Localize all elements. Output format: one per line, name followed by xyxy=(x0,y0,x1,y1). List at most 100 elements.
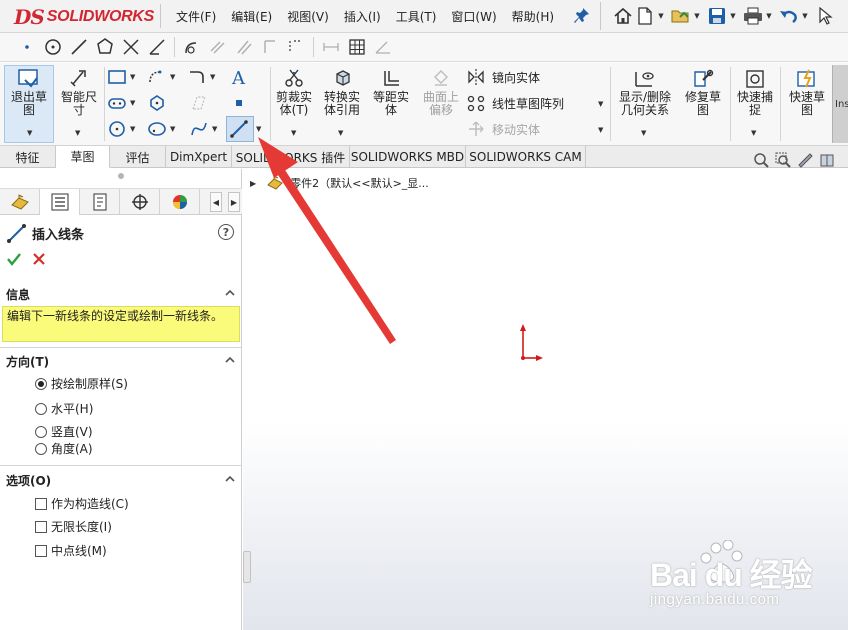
info-section-header[interactable]: 信息 xyxy=(0,283,242,305)
menu-help[interactable]: 帮助(H) xyxy=(512,8,554,25)
dimxpert-manager-tab[interactable] xyxy=(120,189,160,215)
chevron-down-icon[interactable]: ▼ xyxy=(130,99,135,107)
construction-line-icon[interactable] xyxy=(283,36,309,58)
open-folder-icon[interactable] xyxy=(670,5,692,27)
arc-icon[interactable] xyxy=(146,67,168,87)
orientation-section-header[interactable]: 方向(T) xyxy=(0,350,242,372)
linear-pattern-button[interactable]: 线性草图阵列 xyxy=(466,94,564,112)
point-icon[interactable] xyxy=(14,36,40,58)
grid-icon[interactable] xyxy=(344,36,370,58)
cross-lines-icon[interactable] xyxy=(118,36,144,58)
repair-sketch-button[interactable]: 修复草图 xyxy=(680,68,726,117)
menu-insert[interactable]: 插入(I) xyxy=(344,8,381,25)
chevron-down-icon[interactable]: ▼ xyxy=(256,125,261,133)
radio-horizontal[interactable]: 水平(H) xyxy=(35,400,93,417)
configuration-manager-tab[interactable] xyxy=(80,189,120,215)
chevron-down-icon[interactable]: ▼ xyxy=(212,125,217,133)
checkbox[interactable] xyxy=(35,544,47,557)
ellipse-icon[interactable] xyxy=(146,119,168,139)
previous-view-icon[interactable] xyxy=(794,150,816,170)
chevron-up-icon[interactable] xyxy=(224,473,236,485)
rapid-sketch-button[interactable]: 快速草图 xyxy=(784,68,830,117)
display-relations-button[interactable]: 显示/删除几何关系 xyxy=(614,68,676,117)
point-tool-icon[interactable] xyxy=(228,93,250,113)
solidworks-logo[interactable]: DS SOLIDWORKS xyxy=(14,5,154,29)
zoom-to-fit-icon[interactable] xyxy=(750,150,772,170)
radio-as-sketched[interactable]: 按绘制原样(S) xyxy=(35,375,128,392)
ok-check-icon[interactable] xyxy=(6,251,22,267)
smart-dimension-button[interactable]: 智能尺寸 xyxy=(56,68,102,117)
angle-line-icon[interactable] xyxy=(144,36,170,58)
panel-handle[interactable] xyxy=(118,173,124,179)
options-section-header[interactable]: 选项(O) xyxy=(0,469,242,491)
menu-tools[interactable]: 工具(T) xyxy=(396,8,437,25)
tab-features[interactable]: 特征 xyxy=(0,146,56,168)
select-pointer-icon[interactable] xyxy=(814,5,836,27)
chevron-down-icon[interactable]: ▼ xyxy=(764,5,774,27)
zoom-to-area-icon[interactable] xyxy=(772,150,794,170)
trim-entities-button[interactable]: 剪裁实体(T) xyxy=(272,68,316,117)
pin-icon[interactable] xyxy=(574,7,590,25)
move-entities-button[interactable]: 移动实体 xyxy=(466,120,540,138)
cancel-close-icon[interactable] xyxy=(31,251,47,267)
chevron-down-icon[interactable]: ▼ xyxy=(130,73,135,81)
polygon-icon[interactable] xyxy=(92,36,118,58)
chevron-down-icon[interactable]: ▼ xyxy=(641,129,646,137)
spline-icon[interactable] xyxy=(188,119,210,139)
more-commands-cut[interactable]: Ins xyxy=(832,65,848,143)
chamfer-icon[interactable] xyxy=(205,36,231,58)
section-view-icon[interactable] xyxy=(816,150,838,170)
chevron-down-icon[interactable]: ▼ xyxy=(728,5,738,27)
chevron-down-icon[interactable]: ▼ xyxy=(751,129,756,137)
quick-snaps-button[interactable]: 快速捕捉 xyxy=(732,68,778,117)
expand-arrow-icon[interactable]: ▶ xyxy=(250,179,256,188)
scroll-left-icon[interactable]: ◀ xyxy=(210,192,222,212)
tab-solidworks-mbd[interactable]: SOLIDWORKS MBD xyxy=(350,146,466,168)
chevron-down-icon[interactable]: ▼ xyxy=(170,125,175,133)
plane-icon[interactable] xyxy=(188,93,210,113)
radio-angle[interactable]: 角度(A) xyxy=(35,440,93,457)
slot-icon[interactable] xyxy=(106,93,128,113)
tab-sketch[interactable]: 草图 xyxy=(56,146,110,168)
chevron-down-icon[interactable]: ▼ xyxy=(800,5,810,27)
fillet-icon[interactable] xyxy=(179,36,205,58)
radio-button[interactable] xyxy=(35,402,47,415)
checkbox[interactable] xyxy=(35,497,47,510)
surface-offset-button[interactable]: 曲面上偏移 xyxy=(418,68,464,117)
circle-tool-icon[interactable] xyxy=(106,119,128,139)
chevron-down-icon[interactable]: ▼ xyxy=(170,73,175,81)
tab-dimxpert[interactable]: DimXpert xyxy=(166,146,232,168)
chevron-down-icon[interactable]: ▼ xyxy=(291,129,296,137)
tab-solidworks-cam[interactable]: SOLIDWORKS CAM xyxy=(466,146,586,168)
chevron-down-icon[interactable]: ▼ xyxy=(656,5,666,27)
undo-icon[interactable] xyxy=(778,5,800,27)
line-tool-highlight[interactable] xyxy=(226,116,254,142)
print-icon[interactable] xyxy=(742,5,764,27)
checkbox[interactable] xyxy=(35,520,47,533)
chevron-down-icon[interactable]: ▼ xyxy=(598,126,603,134)
radio-vertical[interactable]: 竖直(V) xyxy=(35,423,93,440)
radio-button[interactable] xyxy=(35,442,47,455)
checkbox-midpoint-line[interactable]: 中点线(M) xyxy=(35,542,107,559)
chevron-up-icon[interactable] xyxy=(224,354,236,366)
chevron-down-icon[interactable]: ▼ xyxy=(27,129,32,137)
chevron-down-icon[interactable]: ▼ xyxy=(75,129,80,137)
menu-edit[interactable]: 编辑(E) xyxy=(231,8,272,25)
offset-entities-button[interactable]: 等距实体 xyxy=(368,68,414,117)
mirror-entities-button[interactable]: 镜向实体 xyxy=(466,68,540,86)
chevron-down-icon[interactable]: ▼ xyxy=(210,73,215,81)
tab-evaluate[interactable]: 评估 xyxy=(110,146,166,168)
text-icon[interactable]: A xyxy=(228,67,250,87)
rectangle-icon[interactable] xyxy=(106,67,128,87)
help-icon[interactable]: ? xyxy=(218,224,234,240)
chevron-down-icon[interactable]: ▼ xyxy=(692,5,702,27)
checkbox-construction[interactable]: 作为构造线(C) xyxy=(35,495,129,512)
chevron-up-icon[interactable] xyxy=(224,287,236,299)
menu-window[interactable]: 窗口(W) xyxy=(451,8,496,25)
checkbox-infinite-length[interactable]: 无限长度(I) xyxy=(35,518,112,535)
feature-manager-tab[interactable] xyxy=(0,189,40,215)
home-icon[interactable] xyxy=(612,5,634,27)
line-icon[interactable] xyxy=(66,36,92,58)
angle-dimension-icon[interactable] xyxy=(370,36,396,58)
save-icon[interactable] xyxy=(706,5,728,27)
